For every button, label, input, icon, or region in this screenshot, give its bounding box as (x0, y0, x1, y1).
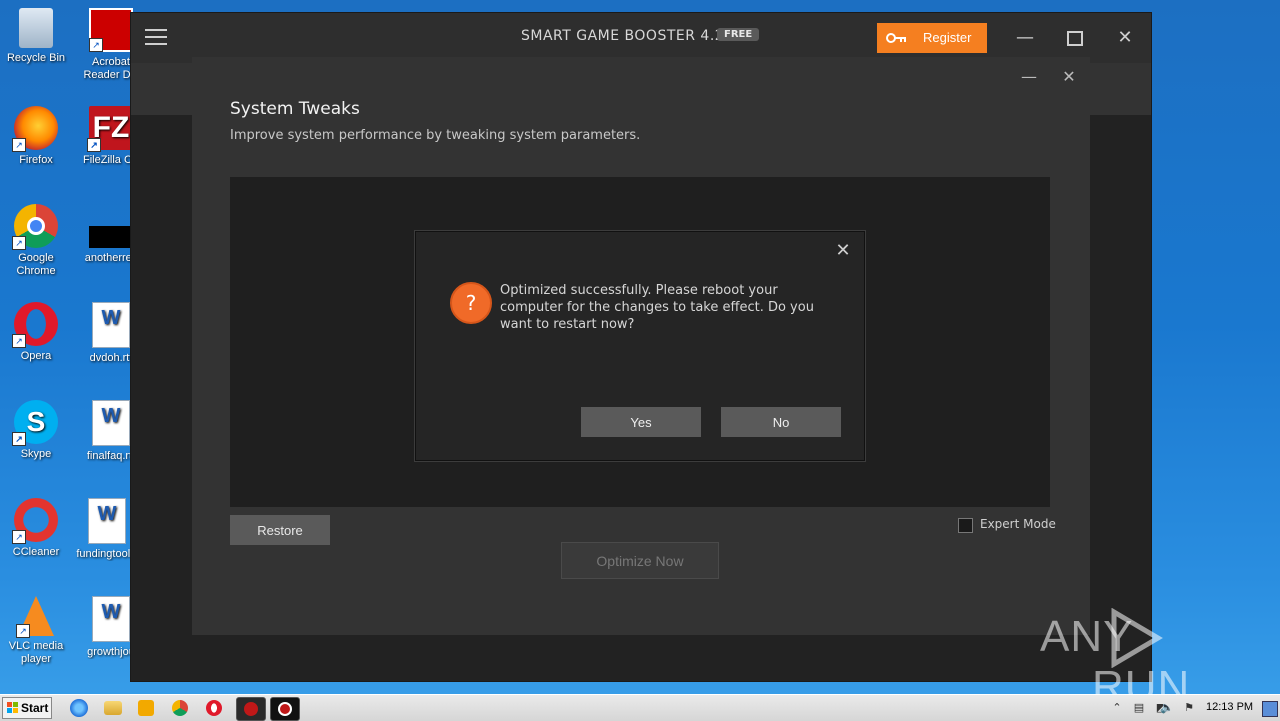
chrome-icon: ↗ (12, 204, 58, 250)
desktop-icon-recycle-bin[interactable]: Recycle Bin (1, 8, 71, 65)
register-button[interactable]: Register (877, 23, 987, 53)
game-booster-taskbar-icon[interactable] (270, 697, 300, 721)
maximize-icon[interactable] (1063, 26, 1087, 50)
windows-logo-icon (7, 702, 18, 713)
shortcut-arrow-icon: ↗ (12, 530, 26, 544)
yes-button[interactable]: Yes (581, 407, 701, 437)
minimize-icon[interactable]: — (1013, 26, 1037, 50)
explorer-icon[interactable] (104, 701, 122, 715)
word-doc-icon: W (88, 498, 126, 544)
desktop-icon-vlc[interactable]: ↗ VLC media player (1, 596, 71, 666)
filezilla-icon: FZ ↗ (87, 106, 133, 152)
desktop-icon-opera[interactable]: ↗ Opera (1, 302, 71, 363)
media-player-icon[interactable] (138, 700, 154, 716)
word-doc-icon: W (92, 400, 130, 446)
desktop-icon-label: VLC media player (8, 640, 64, 665)
show-hidden-icons[interactable]: ⌃ (1110, 701, 1124, 715)
dialog-close-icon[interactable]: ✕ (832, 240, 854, 262)
register-label: Register (923, 30, 972, 45)
free-badge: FREE (717, 28, 760, 41)
app-title: SMART GAME BOOSTER 4.2 (521, 28, 725, 44)
show-desktop-icon[interactable] (1262, 701, 1278, 717)
play-logo-icon (1111, 608, 1163, 668)
shortcut-arrow-icon: ↗ (12, 432, 26, 446)
desktop-icon-label: Google Chrome (16, 252, 56, 277)
dialog-message: Optimized successfully. Please reboot yo… (500, 283, 814, 332)
shortcut-arrow-icon: ↗ (12, 334, 26, 348)
shortcut-arrow-icon: ↗ (12, 236, 26, 250)
desktop-icon-label: Opera (20, 350, 52, 362)
optimize-now-button[interactable]: Optimize Now (561, 542, 719, 579)
title-bar: SMART GAME BOOSTER 4.2 FREE Register — ✕ (131, 13, 1151, 63)
start-label: Start (21, 701, 49, 715)
taskbar: Start ⌃ ▤ ◩ 🔈 ⚑ 12:13 PM (0, 694, 1280, 721)
question-icon: ? (450, 282, 492, 324)
network-icon[interactable]: ▤ (1132, 701, 1146, 715)
desktop-icon-ccleaner[interactable]: ↗ CCleaner (1, 498, 71, 559)
desktop-icon-chrome[interactable]: ↗ Google Chrome (1, 204, 71, 278)
panel-subtitle: Improve system performance by tweaking s… (230, 128, 641, 143)
shortcut-arrow-icon: ↗ (89, 38, 103, 52)
desktop-icon-label: Firefox (19, 154, 53, 166)
vlc-icon: ↗ (16, 596, 54, 638)
restore-button[interactable]: Restore (230, 515, 330, 545)
restart-confirm-dialog: ✕ ? Optimized successfully. Please reboo… (415, 231, 865, 461)
ie-icon[interactable] (70, 699, 88, 717)
chrome-taskbar-icon[interactable] (172, 700, 188, 716)
close-icon[interactable]: ✕ (1113, 26, 1137, 50)
opera-icon: ↗ (12, 302, 58, 348)
menu-icon[interactable] (145, 29, 167, 45)
app-taskbar-icon[interactable] (236, 697, 266, 721)
shortcut-arrow-icon: ↗ (16, 624, 30, 638)
desktop-icon-label: Skype (20, 448, 52, 460)
flag-icon[interactable]: ⚑ (1182, 701, 1196, 715)
word-doc-icon: W (92, 596, 130, 642)
expert-mode-label: Expert Mode (980, 517, 1056, 531)
taskbar-clock[interactable]: 12:13 PM (1206, 701, 1253, 713)
opera-taskbar-icon[interactable] (206, 700, 222, 716)
key-icon (886, 33, 906, 43)
expert-mode-checkbox[interactable] (958, 518, 973, 533)
acrobat-icon: ↗ (89, 8, 133, 52)
shortcut-arrow-icon: ↗ (87, 138, 101, 152)
skype-icon: S ↗ (12, 400, 58, 446)
panel-close-icon[interactable]: ✕ (1057, 65, 1081, 89)
no-button[interactable]: No (721, 407, 841, 437)
panel-title: System Tweaks (230, 99, 360, 119)
panel-minimize-icon[interactable]: — (1017, 65, 1041, 89)
recycle-bin-icon (19, 8, 53, 48)
start-button[interactable]: Start (2, 697, 52, 719)
desktop-icon-firefox[interactable]: ↗ Firefox (1, 106, 71, 167)
desktop-icon-label: CCleaner (12, 546, 60, 558)
shortcut-arrow-icon: ↗ (12, 138, 26, 152)
desktop-icon-skype[interactable]: S ↗ Skype (1, 400, 71, 461)
ccleaner-icon: ↗ (12, 498, 58, 544)
desktop-icon-label: Recycle Bin (6, 52, 66, 64)
volume-icon[interactable]: 🔈 (1160, 701, 1174, 715)
firefox-icon: ↗ (12, 106, 58, 152)
word-doc-icon: W (92, 302, 130, 348)
desktop-icon-label: fundingtools (76, 548, 136, 560)
black-file-icon (89, 226, 133, 248)
